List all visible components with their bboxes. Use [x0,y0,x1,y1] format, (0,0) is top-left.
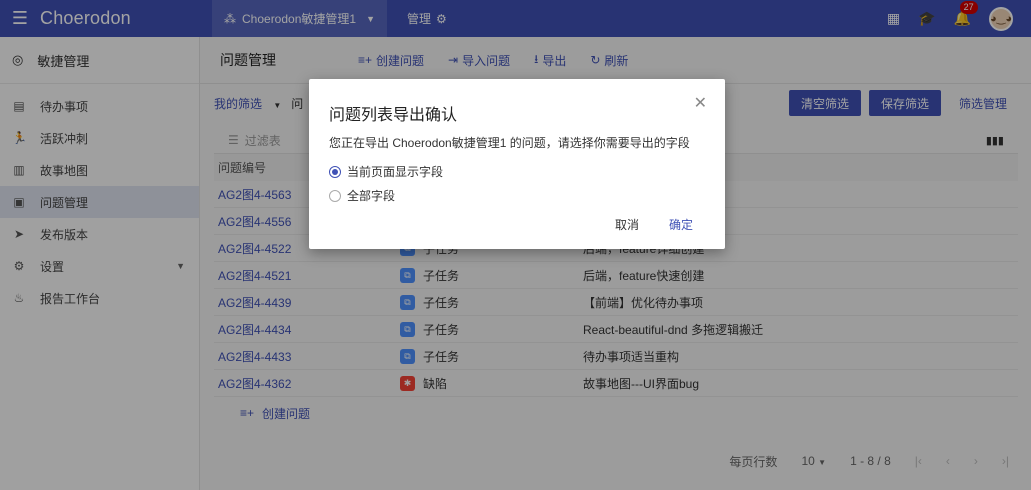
radio-label: 当前页面显示字段 [347,165,444,179]
confirm-button[interactable]: 确定 [669,216,693,233]
cancel-button[interactable]: 取消 [615,216,639,233]
radio-checked[interactable] [329,165,341,178]
dialog-title: 问题列表导出确认 [329,107,458,124]
dialog-description: 您正在导出 Choerodon敏捷管理1 的问题，请选择你需要导出的字段 [329,136,690,150]
radio-label: 全部字段 [347,189,396,203]
close-icon[interactable]: ✕ [694,93,707,113]
export-confirm-dialog: 问题列表导出确认 ✕ 您正在导出 Choerodon敏捷管理1 的问题，请选择你… [309,79,725,249]
radio-all-fields[interactable]: 全部字段 [329,187,395,204]
radio-unchecked[interactable] [329,189,341,202]
radio-current-fields[interactable]: 当前页面显示字段 [329,163,443,180]
